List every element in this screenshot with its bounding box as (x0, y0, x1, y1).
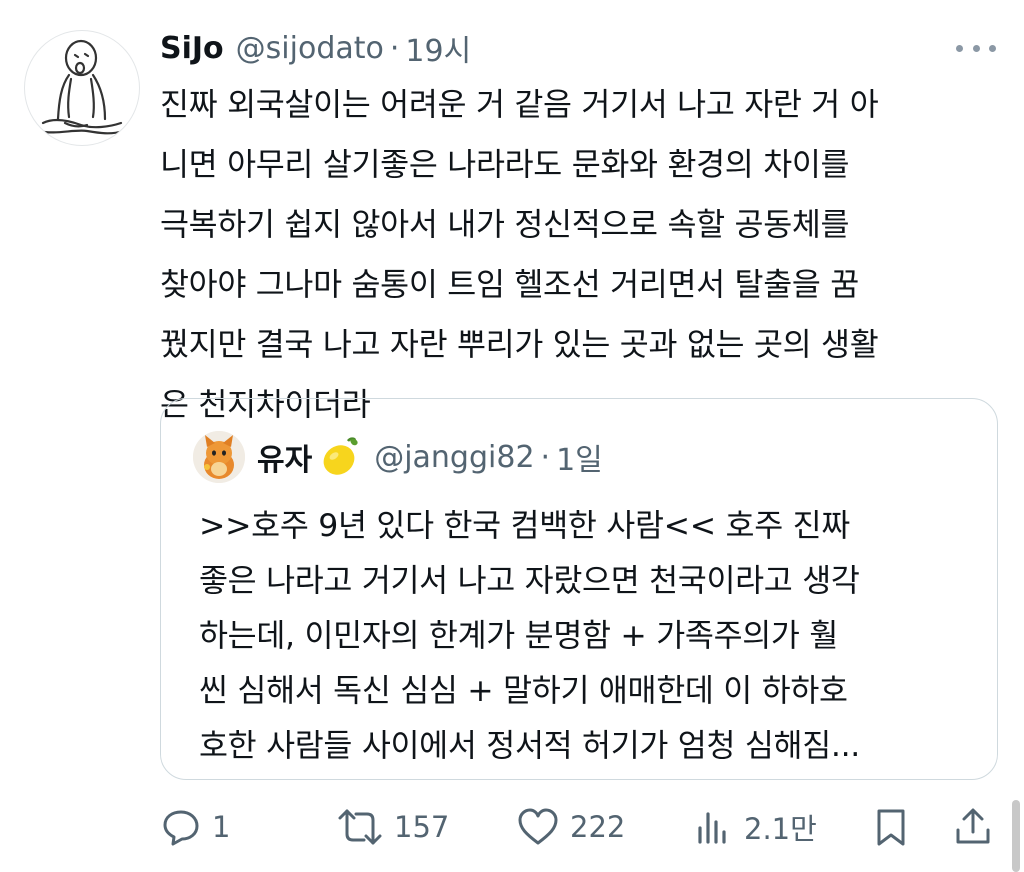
quote-text-line: 호한 사람들 사이에서 정서적 허기가 엄청 심해짐... (199, 728, 861, 764)
quote-author-name[interactable]: 유자 (257, 435, 312, 479)
tweet-text-line: 극복하기 쉽지 않아서 내가 정신적으로 속할 공동체를 (160, 207, 850, 243)
author-avatar[interactable] (24, 30, 140, 146)
tweet-text-line: 꿨지만 결국 나고 자란 뿌리가 있는 곳과 없는 곳의 생활 (160, 327, 879, 363)
tweet-text-line: 찾아야 그나마 숨통이 트임 헬조선 거리면서 탈출을 꿈 (160, 267, 859, 303)
bookmark-icon (870, 806, 912, 848)
share-icon (952, 806, 994, 848)
retweet-count: 157 (394, 810, 450, 844)
author-handle[interactable]: @sijodato (236, 31, 384, 66)
quote-text-line: 하는데, 이민자의 한계가 분명함 + 가족주의가 훨 (199, 618, 839, 654)
separator-dot: · (540, 439, 551, 475)
tweet-text-line: 니면 아무리 살기좋은 나라라도 문화와 환경의 차이를 (160, 147, 850, 183)
retweet-icon (336, 806, 384, 848)
bookmark-button[interactable] (870, 801, 912, 853)
quote-text: >>호주 9년 있다 한국 컴백한 사람<< 호주 진짜 좋은 나라고 거기서 … (199, 499, 979, 774)
author-name[interactable]: SiJo (160, 31, 224, 66)
reply-count: 1 (212, 810, 231, 844)
reply-button[interactable]: 1 (160, 801, 230, 853)
quote-text-line: >>호주 9년 있다 한국 컴백한 사람<< 호주 진짜 (199, 508, 850, 544)
share-button[interactable] (952, 801, 994, 853)
quote-time[interactable]: 1일 (556, 435, 603, 479)
tweet-text-line: 진짜 외국살이는 어려운 거 같음 거기서 나고 자란 거 아 (160, 87, 879, 123)
tweet-header: SiJo @sijodato · 19시 (160, 22, 471, 74)
quote-author-avatar[interactable] (193, 431, 245, 483)
like-count: 222 (570, 810, 626, 844)
more-options-icon[interactable] (956, 36, 996, 60)
quote-text-line: 좋은 나라고 거기서 나고 자랐으면 천국이라고 생각 (199, 563, 860, 599)
views-count: 2.1만 (744, 812, 817, 846)
reply-icon (160, 806, 202, 848)
scrollbar[interactable] (1012, 800, 1020, 872)
views-button[interactable]: 2.1만 (694, 801, 817, 853)
quote-header: 유자 @janggi82 · 1일 (257, 429, 603, 485)
quoted-tweet-card[interactable]: 유자 @janggi82 · 1일 >>호주 9년 있다 한국 컴백한 사람<<… (160, 398, 998, 780)
views-icon (694, 806, 734, 848)
retweet-button[interactable]: 157 (336, 801, 449, 853)
lemon-icon (318, 435, 362, 479)
heart-icon (516, 806, 560, 848)
tweet-time[interactable]: 19시 (405, 26, 471, 70)
like-button[interactable]: 222 (516, 801, 625, 853)
tweet-action-bar: 1 157 222 2.1만 (0, 795, 1024, 859)
quote-author-handle[interactable]: @janggi82 (374, 440, 534, 475)
quote-text-line: 씬 심해서 독신 심심 + 말하기 애매한데 이 하하호 (199, 673, 848, 709)
tweet-text: 진짜 외국살이는 어려운 거 같음 거기서 나고 자란 거 아 니면 아무리 살… (160, 75, 1005, 435)
separator-dot: · (389, 30, 400, 66)
